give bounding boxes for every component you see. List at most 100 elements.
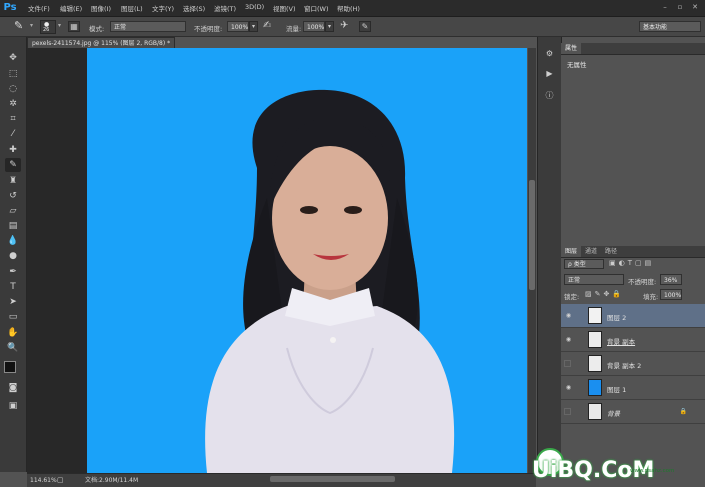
dodge-tool-icon[interactable]: ● [5,249,21,263]
layer-name[interactable]: 背景 [607,408,620,418]
move-tool-icon[interactable]: ✥ [5,51,21,65]
properties-panel: 属性 无属性 [561,43,705,246]
photoshop-logo: Ps [3,2,17,13]
document-tab[interactable]: pexels-2411574.jpg @ 115% (图层 2, RGB/8) … [27,37,175,48]
menu-layer[interactable]: 图层(L) [121,3,143,13]
marquee-tool-icon[interactable]: ⬚ [5,67,21,81]
screen-mode-icon[interactable]: ▣ [5,399,21,413]
menu-help[interactable]: 帮助(H) [337,3,360,13]
layer-thumbnail [588,307,602,324]
layer-row[interactable]: 背景 副本 2 [561,352,705,376]
gradient-tool-icon[interactable]: ▤ [5,219,21,233]
foreground-color-swatch[interactable] [4,361,16,373]
chevron-down-icon[interactable]: ▾ [58,22,61,29]
history-icon[interactable]: ⚙ [543,47,556,60]
watermark-site: www.psahz.com [630,468,675,474]
chevron-down-icon[interactable]: ▾ [30,22,33,29]
visibility-box[interactable] [564,360,571,367]
menu-3d[interactable]: 3D(D) [245,3,264,11]
info-icon[interactable]: ⓘ [543,89,556,102]
menu-select[interactable]: 选择(S) [183,3,205,13]
lasso-tool-icon[interactable]: ◌ [5,82,21,96]
visibility-eye-icon[interactable]: ◉ [564,336,573,344]
zoom-tool-icon[interactable]: 🔍 [5,341,21,355]
layer-row[interactable]: ◉ 图层 2 [561,304,705,328]
layer-row[interactable]: ◉ 图层 1 [561,376,705,400]
visibility-box[interactable] [564,408,571,415]
zoom-level[interactable]: 114.61% [30,474,57,487]
layer-thumbnail [588,355,602,372]
brush-tool-icon[interactable]: ✎ [5,158,21,172]
layer-name[interactable]: 图层 2 [607,312,626,322]
collapsed-panel-strip: ⚙ ▶ ⓘ [537,37,562,472]
layer-name[interactable]: 图层 1 [607,384,626,394]
menu-window[interactable]: 窗口(W) [304,3,329,13]
menu-type[interactable]: 文字(Y) [152,3,174,13]
pen-tool-icon[interactable]: ✒ [5,265,21,279]
horizontal-scroll-thumb[interactable] [270,476,395,482]
layer-row[interactable]: 背景 🔒 [561,400,705,424]
lock-icon: 🔒 [679,408,687,415]
actions-icon[interactable]: ▶ [543,67,556,80]
blur-tool-icon[interactable]: 💧 [5,234,21,248]
chevron-down-icon[interactable]: ▾ [249,21,258,32]
layer-opacity-label: 不透明度: [628,278,657,286]
chevron-down-icon[interactable]: ▾ [325,21,334,32]
document-size: 文档:2.90M/11.4M [85,477,139,484]
brush-panel-toggle-icon[interactable]: ▦ [68,21,80,32]
layer-thumbnail [588,331,602,348]
history-brush-tool-icon[interactable]: ↺ [5,189,21,203]
crop-tool-icon[interactable]: ⌗ [5,112,21,126]
menu-image[interactable]: 图像(I) [91,3,111,13]
menu-view[interactable]: 视图(V) [273,3,296,13]
type-tool-icon[interactable]: T [5,280,21,294]
maximize-icon[interactable]: ▫ [675,3,685,12]
image-canvas[interactable] [87,48,527,473]
vertical-scroll-thumb[interactable] [529,180,535,290]
layer-name[interactable]: 背景 副本 2 [607,360,641,370]
menu-edit[interactable]: 编辑(E) [60,3,82,13]
menu-filter[interactable]: 滤镜(T) [214,3,236,13]
layer-thumbnail [588,403,602,420]
workspace-select[interactable]: 基本功能 [639,21,701,32]
tab-paths[interactable]: 路径 [601,246,621,257]
layer-opacity-input[interactable]: 36% [660,274,682,285]
magic-wand-tool-icon[interactable]: ✲ [5,97,21,111]
layer-filter-select[interactable]: ρ 类型 [564,259,604,269]
pressure-opacity-icon[interactable]: ✍ [263,20,271,31]
fill-label: 填充: [643,293,659,301]
visibility-eye-icon[interactable]: ◉ [564,312,573,320]
clone-stamp-tool-icon[interactable]: ♜ [5,174,21,188]
lock-options-icons[interactable]: ▨✎✥🔒 [585,290,624,298]
layer-name[interactable]: 背景 副本 [607,336,635,346]
info-icon[interactable]: ▢ [57,474,64,487]
layer-filter-icons[interactable]: ▣◐T▢▤ [609,259,654,267]
brush-tool-icon[interactable]: ✎ [14,19,23,32]
tools-panel: ✥ ⬚ ◌ ✲ ⌗ ⁄ ✚ ✎ ♜ ↺ ▱ ▤ 💧 ● ✒ T ➤ ▭ ✋ 🔍 … [0,37,27,472]
eraser-tool-icon[interactable]: ▱ [5,204,21,218]
quick-mask-icon[interactable]: ◙ [5,381,21,395]
layer-thumbnail [588,379,602,396]
hand-tool-icon[interactable]: ✋ [5,326,21,340]
menu-file[interactable]: 文件(F) [28,3,50,13]
close-icon[interactable]: ✕ [690,3,700,12]
brush-preset-picker[interactable]: ● 26 [40,20,56,34]
mode-select[interactable]: 正常 [110,21,186,32]
healing-brush-tool-icon[interactable]: ✚ [5,143,21,157]
layer-row[interactable]: ◉ 背景 副本 [561,328,705,352]
tab-channels[interactable]: 通道 [581,246,601,257]
tab-layers[interactable]: 图层 [561,246,582,257]
eyedropper-tool-icon[interactable]: ⁄ [5,127,21,141]
minimize-icon[interactable]: – [660,3,670,12]
shape-tool-icon[interactable]: ▭ [5,310,21,324]
tab-properties[interactable]: 属性 [561,43,582,54]
blend-mode-select[interactable]: 正常 [564,274,624,285]
flow-input[interactable]: 100% [303,21,325,32]
visibility-eye-icon[interactable]: ◉ [564,384,573,392]
opacity-input[interactable]: 100% [227,21,249,32]
mode-label: 模式: [89,25,105,33]
fill-input[interactable]: 100% [660,289,682,300]
airbrush-icon[interactable]: ✈ [340,20,348,31]
path-selection-tool-icon[interactable]: ➤ [5,295,21,309]
pressure-size-icon[interactable]: ✎ [359,21,371,32]
